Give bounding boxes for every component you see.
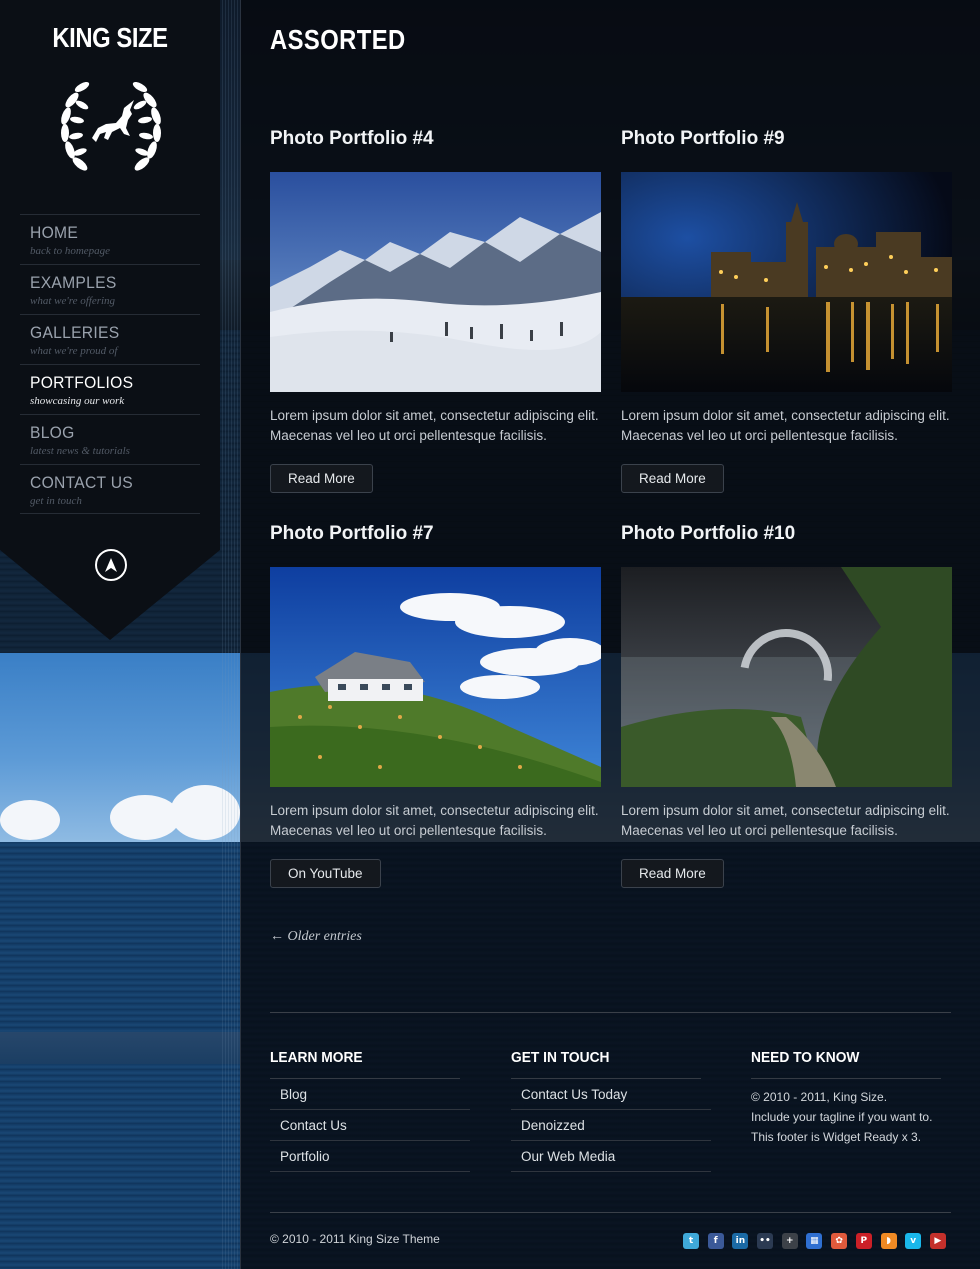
- page-title: ASSORTED: [270, 24, 406, 55]
- read-more-button[interactable]: Read More: [621, 859, 724, 888]
- nav-item-title: CONTACT US: [30, 473, 133, 492]
- portfolio-item: Photo Portfolio #9 Lorem ipsum dolor sit…: [621, 128, 952, 493]
- nav-item-subtitle: showcasing our work: [30, 395, 125, 407]
- nav-item-portfolios[interactable]: PORTFOLIOS showcasing our work: [20, 364, 200, 414]
- portfolio-item: Photo Portfolio #4 Lorem ipsum dolor sit…: [270, 128, 601, 493]
- sidebar: KING SIZE HOME back to homepage EXAMPLES…: [0, 0, 220, 640]
- widget-need-to-know: NEED TO KNOW © 2010 - 2011, King Size. I…: [751, 1050, 951, 1147]
- portfolio-excerpt: Lorem ipsum dolor sit amet, consectetur …: [621, 408, 950, 443]
- portfolio-excerpt: Lorem ipsum dolor sit amet, consectetur …: [270, 408, 599, 443]
- arrow-up-icon: [105, 558, 117, 572]
- portfolio-title[interactable]: Photo Portfolio #4: [270, 128, 601, 158]
- nav-item-galleries[interactable]: GALLERIES what we're proud of: [20, 314, 200, 364]
- nav-item-title: HOME: [30, 223, 79, 242]
- portfolio-excerpt: Lorem ipsum dolor sit amet, consectetur …: [270, 803, 599, 838]
- laurel-emblem-icon[interactable]: [58, 76, 164, 182]
- linkedin-icon[interactable]: in: [732, 1233, 749, 1249]
- vimeo-icon[interactable]: v: [905, 1233, 922, 1249]
- nav-item-subtitle: latest news & tutorials: [30, 445, 130, 457]
- youtube-icon[interactable]: ▶: [929, 1233, 946, 1249]
- portfolio-title[interactable]: Photo Portfolio #10: [621, 523, 952, 553]
- portfolio-item: Photo Portfolio #7 Lorem ipsum dolor sit…: [270, 523, 601, 888]
- facebook-icon[interactable]: f: [707, 1233, 724, 1249]
- widget-text-line: Include your tagline if you want to.: [751, 1110, 933, 1124]
- portfolio-excerpt: Lorem ipsum dolor sit amet, consectetur …: [621, 803, 950, 838]
- read-more-button[interactable]: Read More: [621, 464, 724, 493]
- google-plus-icon[interactable]: +: [781, 1233, 798, 1249]
- picasa-icon[interactable]: ✿: [831, 1233, 848, 1249]
- nav-item-blog[interactable]: BLOG latest news & tutorials: [20, 414, 200, 464]
- nav-item-subtitle: what we're offering: [30, 295, 116, 307]
- nav-item-title: BLOG: [30, 423, 75, 442]
- older-entries-link[interactable]: ← Older entries: [270, 929, 362, 945]
- nav-item-title: PORTFOLIOS: [30, 373, 134, 392]
- navigation-arrow-icon[interactable]: [95, 549, 127, 581]
- widget-title: LEARN MORE: [270, 1050, 460, 1079]
- pinterest-icon[interactable]: P: [855, 1233, 872, 1249]
- footer-divider: [270, 1012, 951, 1013]
- read-more-button[interactable]: Read More: [270, 464, 373, 493]
- widget-title: GET IN TOUCH: [511, 1050, 701, 1079]
- twitter-icon[interactable]: t: [683, 1233, 699, 1249]
- social-icons: t f in •• + ▦ ✿ P ◗ v ▶: [683, 1233, 946, 1249]
- rss-icon[interactable]: ◗: [880, 1233, 897, 1249]
- widget-text: © 2010 - 2011, King Size. Include your t…: [751, 1087, 951, 1147]
- flickr-icon[interactable]: ••: [757, 1233, 774, 1249]
- nav-item-title: EXAMPLES: [30, 273, 117, 292]
- portfolio-item: Photo Portfolio #10 Lorem ipsum dolor si…: [621, 523, 952, 888]
- portfolio-image-snowy-mountains[interactable]: [270, 172, 601, 392]
- footer-link-blog[interactable]: Blog: [270, 1079, 470, 1110]
- youtube-button[interactable]: On YouTube: [270, 859, 381, 888]
- portfolio-image-house-on-hill[interactable]: [270, 567, 601, 787]
- footer-link-our-web-media[interactable]: Our Web Media: [511, 1141, 711, 1172]
- nav-item-subtitle: what we're proud of: [30, 345, 118, 357]
- nav-item-examples[interactable]: EXAMPLES what we're offering: [20, 264, 200, 314]
- portfolio-title[interactable]: Photo Portfolio #7: [270, 523, 601, 553]
- footer-link-contact-us-today[interactable]: Contact Us Today: [511, 1079, 711, 1110]
- portfolio-title[interactable]: Photo Portfolio #9: [621, 128, 952, 158]
- footer-bottom-divider: [270, 1212, 951, 1213]
- widget-get-in-touch: GET IN TOUCH Contact Us Today Denoizzed …: [511, 1050, 711, 1172]
- nav-item-title: GALLERIES: [30, 323, 120, 342]
- nav-item-contact-us[interactable]: CONTACT US get in touch: [20, 464, 200, 514]
- delicious-icon[interactable]: ▦: [806, 1233, 823, 1249]
- widget-learn-more: LEARN MORE Blog Contact Us Portfolio: [270, 1050, 470, 1172]
- nav-item-home[interactable]: HOME back to homepage: [20, 214, 200, 264]
- nav-item-subtitle: back to homepage: [30, 245, 111, 257]
- portfolio-image-stormy-road[interactable]: [621, 567, 952, 787]
- footer-link-denoizzed[interactable]: Denoizzed: [511, 1110, 711, 1141]
- widget-title: NEED TO KNOW: [751, 1050, 941, 1079]
- copyright-text: © 2010 - 2011 King Size Theme: [270, 1232, 440, 1246]
- nav-item-subtitle: get in touch: [30, 495, 82, 507]
- site-logo[interactable]: KING SIZE: [17, 22, 204, 54]
- footer-link-portfolio[interactable]: Portfolio: [270, 1141, 470, 1172]
- widget-text-line: © 2010 - 2011, King Size.: [751, 1090, 888, 1104]
- widget-text-line: This footer is Widget Ready x 3.: [751, 1130, 922, 1144]
- main-nav: HOME back to homepage EXAMPLES what we'r…: [20, 214, 200, 514]
- portfolio-image-city-night[interactable]: [621, 172, 952, 392]
- footer-link-contact-us[interactable]: Contact Us: [270, 1110, 470, 1141]
